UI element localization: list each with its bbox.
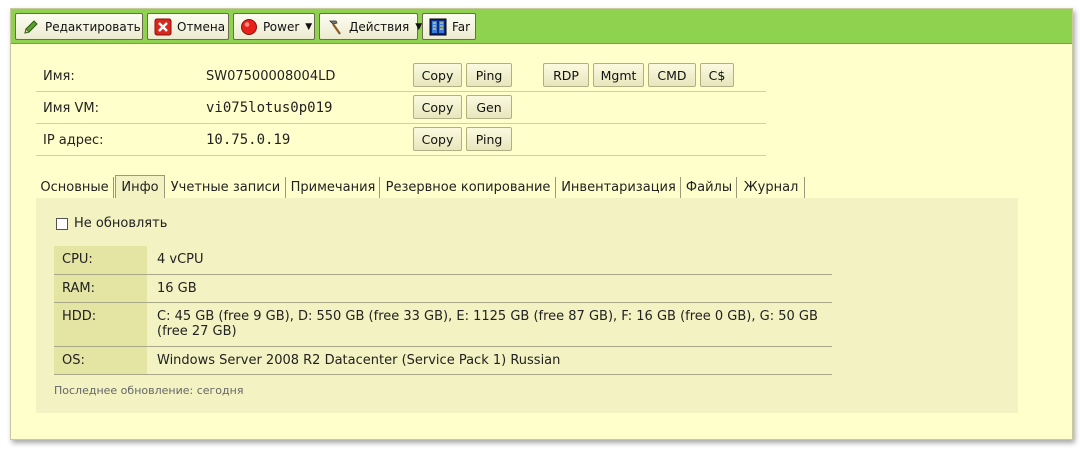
name-row: Имя: SW07500008004LD Copy Ping RDP Mgmt … xyxy=(36,60,766,92)
pencil-icon xyxy=(22,18,40,36)
tab-accounts[interactable]: Учетные записи xyxy=(166,177,286,198)
no-update-label: Не обновлять xyxy=(74,216,168,231)
far-button[interactable]: Far xyxy=(422,13,476,40)
toolbar: Редактировать Отмена Power ▼ Действия ▼ xyxy=(11,9,1072,44)
name-value: SW07500008004LD xyxy=(206,69,336,84)
vm-name-value: vi075lotus0p019 xyxy=(206,100,333,116)
tab-main[interactable]: Основные xyxy=(36,177,114,198)
info-panel: Не обновлять CPU: 4 vCPU RAM: 16 GB HDD:… xyxy=(36,198,1018,413)
hdd-value: C: 45 GB (free 9 GB), D: 550 GB (free 33… xyxy=(157,309,818,339)
copy-vm-button[interactable]: Copy xyxy=(413,95,462,119)
power-icon xyxy=(240,18,258,36)
far-manager-icon xyxy=(429,18,447,36)
actions-label: Действия xyxy=(349,19,410,34)
tab-files[interactable]: Файлы xyxy=(682,177,737,198)
cancel-button[interactable]: Отмена xyxy=(147,13,229,40)
tab-info[interactable]: Инфо xyxy=(115,175,165,199)
os-label: OS: xyxy=(54,347,147,374)
info-row-ram: RAM: 16 GB xyxy=(54,275,832,303)
hdd-label: HDD: xyxy=(54,303,147,346)
cpu-value: 4 vCPU xyxy=(157,252,204,267)
info-row-os: OS: Windows Server 2008 R2 Datacenter (S… xyxy=(54,347,832,375)
vm-name-row: Имя VM: vi075lotus0p019 Copy Gen xyxy=(36,92,766,124)
ip-row: IP адрес: 10.75.0.19 Copy Ping xyxy=(36,124,766,156)
copy-ip-button[interactable]: Copy xyxy=(413,127,462,151)
tab-backup[interactable]: Резервное копирование xyxy=(381,177,556,198)
chevron-down-icon: ▼ xyxy=(305,21,313,32)
power-button[interactable]: Power ▼ xyxy=(233,13,315,40)
edit-button[interactable]: Редактировать xyxy=(15,13,143,40)
host-details-window: Редактировать Отмена Power ▼ Действия ▼ xyxy=(10,8,1073,440)
cmd-button[interactable]: CMD xyxy=(648,63,696,87)
cancel-label: Отмена xyxy=(177,19,226,34)
hammer-icon xyxy=(326,18,344,36)
ram-value: 16 GB xyxy=(157,281,197,296)
info-row-hdd: HDD: C: 45 GB (free 9 GB), D: 550 GB (fr… xyxy=(54,303,832,347)
ip-value: 10.75.0.19 xyxy=(206,132,291,148)
last-update-text: Последнее обновление: сегодня xyxy=(54,384,244,397)
mgmt-button[interactable]: Mgmt xyxy=(593,63,644,87)
edit-label: Редактировать xyxy=(45,19,141,34)
vm-name-label: Имя VM: xyxy=(43,101,99,116)
close-icon xyxy=(154,18,172,36)
name-label: Имя: xyxy=(43,69,75,84)
far-label: Far xyxy=(452,19,471,34)
tab-journal[interactable]: Журнал xyxy=(738,177,805,198)
gen-button[interactable]: Gen xyxy=(466,95,512,119)
cpu-label: CPU: xyxy=(54,246,147,274)
ping-name-button[interactable]: Ping xyxy=(466,63,512,87)
tab-inventory[interactable]: Инвентаризация xyxy=(557,177,681,198)
cs-share-button[interactable]: C$ xyxy=(700,63,734,87)
ip-label: IP адрес: xyxy=(43,133,104,148)
os-value: Windows Server 2008 R2 Datacenter (Servi… xyxy=(157,353,561,368)
tab-notes[interactable]: Примечания xyxy=(287,177,380,198)
ping-ip-button[interactable]: Ping xyxy=(466,127,512,151)
power-label: Power xyxy=(263,19,300,34)
rdp-button[interactable]: RDP xyxy=(543,63,589,87)
copy-name-button[interactable]: Copy xyxy=(413,63,462,87)
no-update-checkbox[interactable] xyxy=(56,218,68,230)
info-row-cpu: CPU: 4 vCPU xyxy=(54,246,832,275)
actions-button[interactable]: Действия ▼ xyxy=(319,13,422,40)
ram-label: RAM: xyxy=(54,275,147,302)
